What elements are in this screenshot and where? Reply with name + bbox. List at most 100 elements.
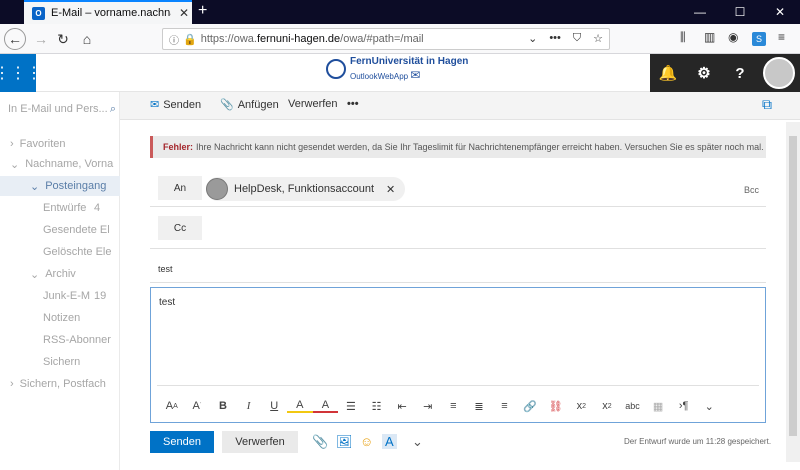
outlook-icon: O xyxy=(32,6,45,20)
bcc-link[interactable]: Bcc xyxy=(744,185,759,195)
avatar xyxy=(763,57,795,89)
browser-nav-bar: ← → ↻ ⌂ ⓘ 🔒 https://owa.fernuni-hagen.de… xyxy=(0,24,800,54)
back-icon[interactable]: ← xyxy=(4,28,26,50)
nav-junk[interactable]: Junk-E-M 19 xyxy=(0,286,120,306)
minimize-icon[interactable]: — xyxy=(680,0,720,24)
popout-icon[interactable]: ⧉ xyxy=(762,96,772,113)
format-text-icon[interactable]: A xyxy=(382,434,397,449)
increase-indent-icon[interactable]: ⇥ xyxy=(415,396,441,416)
browser-tab[interactable]: O E-Mail – vorname.nachname@ ✕ xyxy=(24,0,192,24)
insert-picture-icon[interactable]: 🖼 xyxy=(336,434,353,450)
url-dropdown-icon[interactable]: ⌄ xyxy=(528,32,537,45)
url-text: https://owa.fernuni-hagen.de/owa/#path=/… xyxy=(200,33,424,45)
remove-link-icon[interactable]: ⛓ xyxy=(543,396,569,416)
toolbar-discard-button[interactable]: Verwerfen xyxy=(288,98,338,110)
bookmark-star-icon[interactable]: ☆ xyxy=(593,32,603,45)
numbering-icon[interactable]: ☷ xyxy=(364,396,390,416)
body-text: test xyxy=(159,297,176,308)
sidebar-icon[interactable]: ▥ xyxy=(704,30,715,44)
nav-deleted[interactable]: Gelöschte Ele xyxy=(0,242,120,262)
folder-pane: In E-Mail und Pers... ⌕ › Favoriten ⌄ Nach… xyxy=(0,92,120,470)
emoji-icon[interactable]: ☺ xyxy=(360,434,373,449)
bold-icon[interactable]: B xyxy=(210,396,236,416)
toolbar-attach-button[interactable]: 📎 Anfügen xyxy=(220,98,279,112)
toolbar-send-button[interactable]: ✉ Senden xyxy=(150,98,201,112)
menu-icon[interactable]: ≡ xyxy=(778,30,785,44)
recipient-chip[interactable]: HelpDesk, Funktionsaccount ✕ xyxy=(206,177,406,201)
more-options-chevron-down-icon[interactable]: ⌄ xyxy=(412,434,423,450)
align-center-icon[interactable]: ≣ xyxy=(466,396,492,416)
scrollbar-thumb[interactable] xyxy=(789,136,797,436)
toolbar-more-button[interactable]: ••• xyxy=(347,98,359,110)
university-logo: FernUniversität in Hagen OutlookWebApp ✉ xyxy=(326,56,468,82)
draft-saved-status: Der Entwurf wurde um 11:28 gespeichert. xyxy=(624,437,772,446)
account-icon[interactable]: ◉ xyxy=(728,30,738,44)
nav-backup[interactable]: Sichern xyxy=(0,352,120,372)
user-avatar-button[interactable] xyxy=(758,54,800,92)
font-color-icon[interactable]: A xyxy=(312,399,339,413)
to-button[interactable]: An xyxy=(158,176,202,200)
nav-rss[interactable]: RSS-Abonner xyxy=(0,330,120,350)
font-icon[interactable]: AA xyxy=(159,396,185,416)
tab-title: E-Mail – vorname.nachname@ xyxy=(51,7,171,19)
app-launcher-icon[interactable]: ⋮⋮⋮ xyxy=(0,54,42,92)
align-left-icon[interactable]: ≡ xyxy=(441,396,467,416)
nav-notes[interactable]: Notizen xyxy=(0,308,120,328)
send-button[interactable]: Senden xyxy=(150,431,214,453)
forward-icon[interactable]: → xyxy=(30,28,52,50)
discard-button[interactable]: Verwerfen xyxy=(222,431,298,453)
home-icon[interactable]: ⌂ xyxy=(76,28,98,50)
strikethrough-icon[interactable]: abc xyxy=(620,396,646,416)
remove-recipient-icon[interactable]: ✕ xyxy=(386,183,395,196)
paperclip-icon: 📎 xyxy=(220,99,234,111)
superscript-icon[interactable]: x2 xyxy=(569,396,595,416)
search-input[interactable]: In E-Mail und Pers... ⌕ xyxy=(8,98,116,120)
nav-account[interactable]: ⌄ Nachname, Vorna xyxy=(0,154,120,174)
attach-paperclip-icon[interactable]: 📎 xyxy=(312,434,328,450)
maximize-icon[interactable]: ☐ xyxy=(720,0,760,24)
nav-backup-mailbox[interactable]: › Sichern, Postfach xyxy=(0,374,120,394)
search-icon[interactable]: ⌕ xyxy=(110,103,116,116)
recipient-name: HelpDesk, Funktionsaccount xyxy=(234,183,375,195)
font-size-icon[interactable]: A ˙ xyxy=(185,396,211,416)
nav-sent[interactable]: Gesendete El xyxy=(0,220,120,240)
more-formats-chevron-down-icon[interactable]: ⌄ xyxy=(696,396,722,416)
compose-scrollbar[interactable] xyxy=(786,122,800,462)
pocket-icon[interactable]: ⛉ xyxy=(573,32,581,45)
highlight-icon[interactable]: A xyxy=(286,399,313,413)
reload-icon[interactable]: ↻ xyxy=(52,28,74,50)
message-body[interactable]: test AA A ˙ B I U A A ☰ ☷ ⇤ ⇥ ≡ ≣ ≡ 🔗 ⛓ x… xyxy=(150,287,766,423)
compose-actions: Senden Verwerfen 📎 🖼 ☺ A ⌄ Der Entwurf w… xyxy=(150,431,772,453)
divider xyxy=(150,206,766,207)
url-bar[interactable]: ⓘ 🔒 https://owa.fernuni-hagen.de/owa/#pa… xyxy=(162,28,610,50)
lock-icon: 🔒 xyxy=(183,33,197,46)
italic-icon[interactable]: I xyxy=(236,396,262,416)
envelope-icon: ✉ xyxy=(410,68,421,82)
info-icon[interactable]: ⓘ xyxy=(169,32,179,47)
university-seal-icon xyxy=(326,59,346,79)
decrease-indent-icon[interactable]: ⇤ xyxy=(389,396,415,416)
subject-field[interactable]: test xyxy=(158,264,173,274)
close-window-icon[interactable]: ✕ xyxy=(760,0,800,24)
text-direction-icon[interactable]: ›¶ xyxy=(671,396,697,416)
notifications-bell-icon[interactable]: 🔔 xyxy=(650,54,686,92)
insert-link-icon[interactable]: 🔗 xyxy=(517,396,543,416)
underline-icon[interactable]: U xyxy=(261,396,287,416)
nav-archive[interactable]: ⌄ Archiv xyxy=(0,264,120,284)
settings-gear-icon[interactable]: ⚙ xyxy=(686,54,722,92)
library-icon[interactable]: ⫼ xyxy=(680,30,686,45)
nav-drafts[interactable]: Entwürfe 4 xyxy=(0,198,120,218)
help-icon[interactable]: ? xyxy=(722,54,758,92)
clear-format-icon[interactable]: ▦ xyxy=(645,396,671,416)
page-actions-icon[interactable]: ••• xyxy=(549,32,561,45)
nav-inbox[interactable]: ⌄ Posteingang xyxy=(0,176,120,196)
close-tab-icon[interactable]: ✕ xyxy=(179,6,189,20)
extension-icon[interactable]: S xyxy=(752,32,766,46)
bullets-icon[interactable]: ☰ xyxy=(338,396,364,416)
logo-sub: OutlookWebApp ✉ xyxy=(350,68,421,82)
new-tab-icon[interactable]: + xyxy=(198,2,207,20)
cc-button[interactable]: Cc xyxy=(158,216,202,240)
align-right-icon[interactable]: ≡ xyxy=(492,396,518,416)
nav-favorites[interactable]: › Favoriten xyxy=(0,134,120,154)
subscript-icon[interactable]: x2 xyxy=(594,396,620,416)
